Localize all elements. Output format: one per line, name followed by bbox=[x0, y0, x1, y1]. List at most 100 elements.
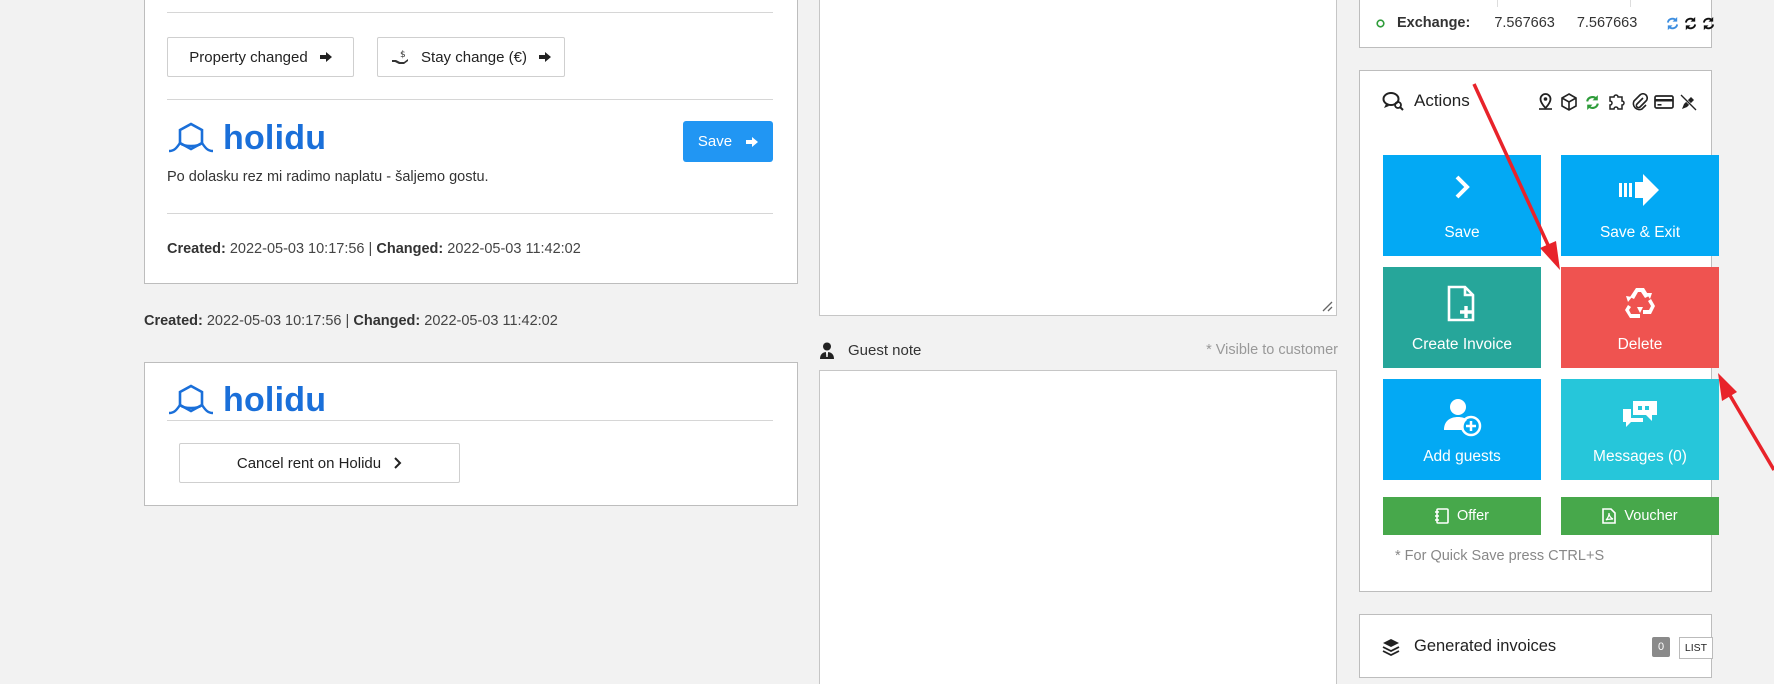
stay-change-label: Stay change (€) bbox=[421, 48, 527, 66]
changed-value: 2022-05-03 11:42:02 bbox=[424, 313, 558, 329]
save-tile-label: Save bbox=[1444, 224, 1480, 241]
delete-tile-button[interactable]: Delete bbox=[1561, 267, 1719, 368]
actions-header-icons bbox=[1537, 93, 1697, 111]
holidu-hexagon-icon bbox=[168, 384, 214, 414]
cancel-rent-holidu-button[interactable]: Cancel rent on Holidu bbox=[179, 443, 460, 483]
save-tile-button[interactable]: Save bbox=[1383, 155, 1541, 256]
guest-note-header: Guest note * Visible to customer bbox=[820, 339, 1338, 361]
exchange-row: Exchange: 7.567663 7.567663 bbox=[1376, 15, 1716, 31]
hand-money-icon: $ bbox=[392, 50, 409, 64]
invoice-list-button[interactable]: LIST bbox=[1679, 637, 1713, 659]
svg-text:$: $ bbox=[400, 50, 406, 60]
visible-to-customer-hint: * Visible to customer bbox=[1206, 342, 1338, 358]
file-pdf-icon bbox=[1602, 508, 1617, 524]
internal-note-textarea[interactable] bbox=[819, 0, 1337, 316]
arrow-right-bars-icon bbox=[1619, 174, 1659, 206]
card-timestamps: Created: 2022-05-03 10:17:56 | Changed: … bbox=[167, 241, 581, 257]
guest-note-textarea[interactable] bbox=[819, 370, 1337, 684]
property-changed-button[interactable]: Property changed bbox=[167, 37, 354, 77]
layers-icon bbox=[1382, 638, 1400, 656]
guest-note-label: Guest note bbox=[848, 341, 922, 359]
changed-value: 2022-05-03 11:42:02 bbox=[447, 241, 581, 257]
actions-title: Actions bbox=[1414, 91, 1470, 110]
arrow-right-icon bbox=[319, 52, 332, 62]
divider bbox=[167, 99, 773, 100]
refresh-icon[interactable] bbox=[1683, 16, 1698, 31]
cancel-rent-label: Cancel rent on Holidu bbox=[236, 454, 382, 472]
save-exit-tile-label: Save & Exit bbox=[1599, 224, 1681, 241]
quick-save-hint: * For Quick Save press CTRL+S bbox=[1395, 548, 1605, 564]
holidu-save-label: Save bbox=[697, 133, 733, 150]
created-label: Created: bbox=[144, 313, 203, 329]
holidu-note-text: Po dolasku rez mi radimo naplatu - šalje… bbox=[167, 169, 489, 185]
holidu-hexagon-icon bbox=[168, 122, 214, 152]
resize-handle-icon[interactable] bbox=[1321, 300, 1333, 312]
holidu-cancel-card: holidu Cancel rent on Holidu bbox=[144, 362, 798, 506]
property-changed-label: Property changed bbox=[189, 48, 308, 66]
add-guests-tile-button[interactable]: Add guests bbox=[1383, 379, 1541, 480]
created-value: 2022-05-03 10:17:56 bbox=[206, 313, 342, 329]
paperclip-icon[interactable] bbox=[1631, 93, 1648, 111]
offer-label: Offer bbox=[1457, 508, 1489, 524]
arrow-right-icon bbox=[538, 52, 551, 62]
exchange-panel: Exchange: 7.567663 7.567663 bbox=[1359, 0, 1715, 48]
chevron-right-icon bbox=[1455, 175, 1470, 199]
map-pin-icon[interactable] bbox=[1537, 93, 1554, 111]
annotation-arrow-right-head bbox=[1718, 373, 1737, 401]
save-exit-tile-button[interactable]: Save & Exit bbox=[1561, 155, 1719, 256]
recycle-icon bbox=[1625, 288, 1655, 318]
offer-button[interactable]: Offer bbox=[1383, 497, 1541, 535]
generated-invoices-title: Generated invoices bbox=[1414, 637, 1557, 655]
create-invoice-tile-button[interactable]: Create Invoice bbox=[1383, 267, 1541, 368]
chevron-right-icon bbox=[394, 457, 402, 469]
annotation-arrow-right bbox=[1726, 391, 1774, 471]
holidu-brand-text: holidu bbox=[223, 381, 327, 419]
circle-outline-icon bbox=[1376, 18, 1385, 28]
refresh-icon[interactable] bbox=[1701, 16, 1716, 31]
holidu-logo: holidu bbox=[167, 381, 326, 420]
file-plus-icon bbox=[1447, 285, 1475, 322]
exchange-label: Exchange: bbox=[1397, 15, 1471, 31]
comment-search-icon bbox=[1382, 92, 1404, 111]
created-value: 2022-05-03 10:17:56 bbox=[229, 241, 365, 257]
exchange-value-1: 7.567663 bbox=[1494, 15, 1555, 31]
divider bbox=[167, 213, 773, 214]
holidu-changes-card: Property changed $ Stay change (€) holid… bbox=[144, 0, 798, 284]
messages-tile-button[interactable]: Messages (0) bbox=[1561, 379, 1719, 480]
generated-invoices-header: Generated invoices bbox=[1382, 637, 1556, 656]
create-invoice-tile-label: Create Invoice bbox=[1412, 336, 1512, 353]
holidu-brand-text: holidu bbox=[223, 119, 327, 157]
user-plus-icon bbox=[1444, 399, 1482, 437]
stay-change-button[interactable]: $ Stay change (€) bbox=[377, 37, 565, 77]
actions-panel: Actions Save Save & Exit Create Invoice … bbox=[1359, 70, 1719, 592]
puzzle-icon[interactable] bbox=[1607, 93, 1625, 111]
holidu-save-button[interactable]: Save bbox=[683, 121, 773, 162]
refresh-blue-icon[interactable] bbox=[1665, 16, 1680, 31]
voucher-label: Voucher bbox=[1624, 508, 1678, 524]
separator: | bbox=[368, 241, 373, 257]
voucher-button[interactable]: Voucher bbox=[1561, 497, 1719, 535]
holidu-logo: holidu bbox=[167, 119, 326, 158]
separator: | bbox=[345, 313, 350, 329]
messages-tile-label: Messages (0) bbox=[1593, 448, 1687, 465]
actions-header: Actions bbox=[1382, 91, 1470, 111]
created-label: Created: bbox=[167, 241, 226, 257]
comments-icon bbox=[1623, 401, 1657, 427]
cube-icon[interactable] bbox=[1560, 93, 1578, 111]
invoice-count-badge: 0 bbox=[1652, 637, 1670, 657]
delete-tile-label: Delete bbox=[1617, 336, 1663, 353]
section-timestamps: Created: 2022-05-03 10:17:56 | Changed: … bbox=[144, 313, 558, 329]
divider bbox=[167, 12, 773, 13]
refresh-icon[interactable] bbox=[1584, 94, 1601, 111]
changed-label: Changed: bbox=[353, 313, 421, 329]
user-tie-icon bbox=[820, 342, 834, 359]
pen-off-icon[interactable] bbox=[1680, 93, 1697, 111]
exchange-value-2: 7.567663 bbox=[1576, 15, 1638, 31]
changed-label: Changed: bbox=[376, 241, 444, 257]
arrow-right-icon bbox=[746, 136, 759, 147]
credit-card-icon[interactable] bbox=[1654, 94, 1674, 110]
generated-invoices-panel: Generated invoices 0 LIST bbox=[1359, 614, 1713, 678]
divider bbox=[167, 420, 773, 421]
add-guests-tile-label: Add guests bbox=[1423, 448, 1501, 465]
notebook-icon bbox=[1435, 508, 1449, 524]
